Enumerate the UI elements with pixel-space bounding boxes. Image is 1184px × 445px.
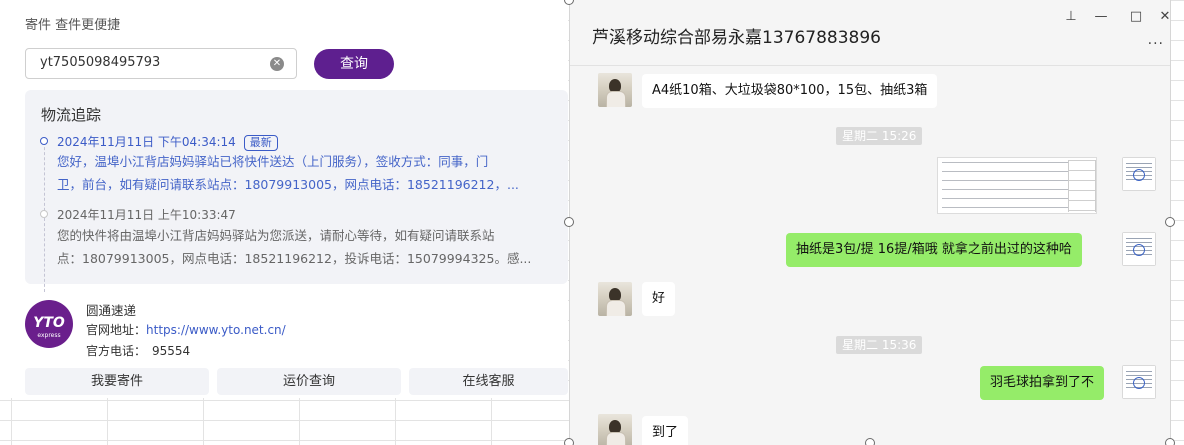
send-package-button[interactable]: 我要寄件: [25, 368, 209, 395]
site-link[interactable]: https://www.yto.net.cn/: [146, 323, 286, 337]
event-line: 卫，前台，如有疑问请联系站点：18079913005，网点电话：18521196…: [57, 177, 519, 192]
timeline-dot: [40, 210, 48, 218]
price-query-button[interactable]: 运价查询: [217, 368, 401, 395]
close-icon[interactable]: ✕: [1158, 8, 1172, 26]
image-columns: [1068, 160, 1096, 212]
contact-avatar[interactable]: [598, 282, 632, 316]
resize-handle[interactable]: [564, 217, 574, 227]
clear-icon[interactable]: ✕: [270, 57, 284, 71]
site-label: 官网地址：: [86, 323, 147, 337]
logo-subtext: express: [37, 332, 60, 339]
minimize-icon[interactable]: —: [1090, 8, 1112, 26]
message-bubble-in[interactable]: 到了: [642, 416, 689, 445]
newest-badge: 最新: [243, 135, 278, 151]
tracking-number-input[interactable]: [40, 55, 260, 70]
phone-number: 95554: [152, 344, 191, 358]
timeline-dot-active: [40, 137, 48, 145]
event-description: 您好，温埠小江背店妈妈驿站已将快件送达（上门服务），签收方式：同事，门 卫，前台…: [57, 150, 557, 196]
self-avatar[interactable]: [1122, 157, 1156, 191]
event-line: 您的快件将由温埠小江背店妈妈驿站为您派送，请耐心等待，如有疑问请联系站: [57, 228, 495, 243]
online-service-button[interactable]: 在线客服: [409, 368, 568, 395]
chat-topbar: 芦溪移动综合部易永嘉13767883896 ⊥ — □ ✕ ···: [570, 0, 1170, 66]
maximize-icon[interactable]: □: [1125, 8, 1147, 26]
message-bubble-in[interactable]: A4纸10箱、大垃圾袋80*100，15包、抽纸3箱: [642, 74, 938, 108]
resize-handle[interactable]: [1165, 438, 1175, 445]
yto-logo: YTO express: [25, 300, 73, 348]
logistics-card: 物流追踪 2024年11月11日 下午04:34:14 最新 您好，温埠小江背店妈…: [25, 90, 568, 292]
company-name: 圆通速递: [86, 303, 137, 318]
event-line: 您好，温埠小江背店妈妈驿站已将快件送达（上门服务），签收方式：同事，门: [57, 154, 489, 169]
time-separator: 星期二 15:36: [836, 336, 923, 354]
event-line: 点：18079913005，网点电话：18521196212，投诉电话：1507…: [57, 251, 532, 266]
tracking-panel: 寄件 查件更便捷 ✕ 查询 物流追踪 2024年11月11日 下午04:34:1…: [0, 0, 568, 398]
self-avatar[interactable]: [1122, 365, 1156, 399]
logo-text: YTO: [33, 315, 65, 331]
resize-handle[interactable]: [564, 438, 574, 445]
message-bubble-in[interactable]: 好: [642, 282, 676, 316]
resize-handle[interactable]: [1165, 217, 1175, 227]
resize-handle[interactable]: [865, 438, 875, 445]
event-description: 您的快件将由温埠小江背店妈妈驿站为您派送，请耐心等待，如有疑问请联系站 点：18…: [57, 224, 557, 270]
message-bubble-out[interactable]: 抽纸是3包/提 16提/箱哦 就拿之前出过的这种哈: [786, 233, 1082, 267]
time-separator: 星期二 15:26: [836, 127, 923, 145]
contact-avatar[interactable]: [598, 414, 632, 445]
chat-window: 芦溪移动综合部易永嘉13767883896 ⊥ — □ ✕ ··· A4纸10箱…: [569, 0, 1171, 445]
image-rows: [942, 162, 1068, 210]
event-time: 2024年11月11日 下午04:34:14 最新: [57, 133, 278, 151]
more-icon[interactable]: ···: [1148, 36, 1164, 52]
logistics-title: 物流追踪: [41, 106, 102, 124]
event-time-text: 2024年11月11日 下午04:34:14: [57, 135, 236, 149]
phone-label: 官方电话：: [86, 344, 147, 358]
pin-icon[interactable]: ⊥: [1060, 8, 1082, 26]
company-site: 官网地址：https://www.yto.net.cn/: [86, 321, 286, 338]
event-time: 2024年11月11日 上午10:33:47: [57, 208, 236, 222]
company-phone: 官方电话： 95554: [86, 342, 190, 359]
panel-header: 寄件 查件更便捷: [25, 18, 121, 33]
query-button[interactable]: 查询: [314, 49, 394, 79]
self-avatar[interactable]: [1122, 232, 1156, 266]
image-message[interactable]: [937, 157, 1097, 214]
message-bubble-out[interactable]: 羽毛球拍拿到了不: [980, 366, 1105, 400]
chat-title: 芦溪移动综合部易永嘉13767883896: [592, 28, 881, 48]
contact-avatar[interactable]: [598, 73, 632, 107]
tracking-search-box[interactable]: ✕: [25, 48, 297, 79]
